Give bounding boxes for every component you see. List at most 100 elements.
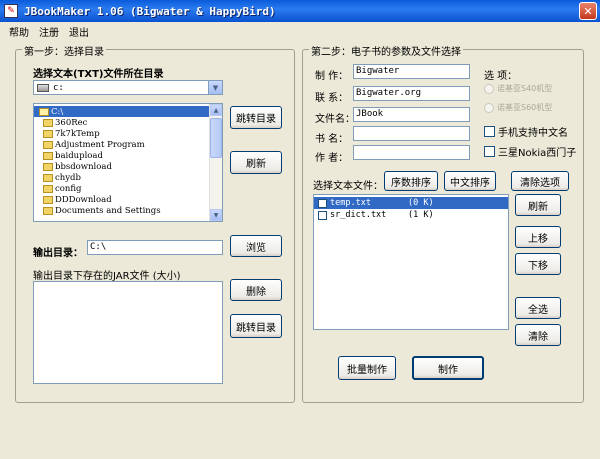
move-down-button[interactable]: 下移	[515, 253, 561, 275]
radio-s60: 诺基亚S60机型	[484, 102, 552, 113]
folder-icon	[43, 118, 53, 127]
output-dir-input[interactable]: C:\	[87, 240, 223, 255]
folder-open-icon	[39, 107, 49, 116]
directory-item-label: baidupload	[55, 150, 103, 161]
refresh-dir-button[interactable]: 刷新	[230, 151, 282, 174]
scroll-up-icon[interactable]: ▲	[210, 104, 222, 116]
directory-item[interactable]: bbsdownload	[34, 161, 222, 172]
text-file-list[interactable]: temp.txt (0 K) sr_dict.txt (1 K)	[313, 194, 509, 330]
radio-s40-label: 诺基亚S40机型	[497, 84, 553, 93]
radio-s40: 诺基亚S40机型	[484, 83, 552, 94]
close-button[interactable]: ✕	[579, 2, 597, 20]
file-item[interactable]: temp.txt (0 K)	[314, 197, 508, 209]
drive-icon	[37, 83, 49, 92]
folder-icon	[43, 195, 53, 204]
directory-item[interactable]: config	[34, 183, 222, 194]
directory-item[interactable]: Adjustment Program	[34, 139, 222, 150]
checkbox-samsung[interactable]: 三星Nokia西门子	[484, 144, 576, 159]
options-label: 选 项：	[484, 71, 518, 82]
directory-item-label: 7k7kTemp	[55, 128, 100, 139]
file-item-checkbox[interactable]	[318, 198, 327, 208]
file-item-checkbox[interactable]	[318, 210, 327, 220]
select-all-button[interactable]: 全选	[515, 297, 561, 319]
checkbox-samsung-box[interactable]	[484, 146, 495, 157]
directory-item-label: DDDownload	[55, 194, 112, 205]
folder-icon	[43, 173, 53, 182]
file-item-name: temp.txt	[330, 198, 371, 208]
field-label-maker: 制 作：	[315, 71, 349, 82]
sort-chinese-button[interactable]: 中文排序	[444, 171, 496, 191]
folder-icon	[43, 151, 53, 160]
maker-input[interactable]: Bigwater	[353, 64, 470, 79]
scroll-down-icon[interactable]: ▼	[210, 209, 222, 221]
scroll-thumb[interactable]	[210, 118, 222, 158]
directory-item[interactable]: Documents and Settings	[34, 205, 222, 216]
directory-item[interactable]: DDDownload	[34, 194, 222, 205]
goto-dir-button-2[interactable]: 跳转目录	[230, 314, 282, 338]
chevron-down-icon[interactable]: ▼	[208, 81, 222, 94]
checkbox-chinese-name-box[interactable]	[484, 126, 495, 137]
step2-title: 第二步：电子书的参数及文件选择	[309, 43, 463, 58]
contact-input[interactable]: Bigwater.org	[353, 86, 470, 101]
filename-input[interactable]: JBook	[353, 107, 470, 122]
drive-value: c:	[53, 82, 64, 93]
radio-s60-circle	[484, 102, 494, 113]
window-title: JBookMaker 1.06 (Bigwater & HappyBird)	[24, 4, 276, 18]
folder-icon	[43, 206, 53, 215]
make-button[interactable]: 制作	[412, 356, 484, 380]
directory-item-label: Documents and Settings	[55, 205, 161, 216]
folder-icon	[43, 184, 53, 193]
field-label-bookname: 书 名：	[315, 134, 349, 145]
folder-icon	[43, 129, 53, 138]
drive-select[interactable]: c: ▼	[33, 80, 223, 95]
menu-exit[interactable]: 退出	[64, 24, 94, 39]
directory-item[interactable]: 7k7kTemp	[34, 128, 222, 139]
checkbox-samsung-label: 三星Nokia西门子	[498, 148, 577, 159]
directory-rows: C:\ 360Rec 7k7kTemp Adjustment Program baidu…	[34, 104, 222, 216]
app-icon: ✎	[4, 4, 18, 18]
folder-icon	[43, 140, 53, 149]
directory-item-label: bbsdownload	[55, 161, 112, 172]
jar-file-list[interactable]	[33, 281, 223, 384]
jar-list-label: 输出目录下存在的JAR文件 (大小)	[33, 271, 181, 282]
radio-s40-circle	[484, 83, 494, 94]
directory-item-label: C:\	[51, 106, 64, 117]
directory-item-label: Adjustment Program	[55, 139, 145, 150]
directory-item-label: 360Rec	[55, 117, 88, 128]
step1-title: 第一步：选择目录	[22, 43, 106, 58]
directory-item[interactable]: baidupload	[34, 150, 222, 161]
checkbox-chinese-name[interactable]: 手机支持中文名	[484, 124, 568, 139]
directory-item[interactable]: 360Rec	[34, 117, 222, 128]
clear-files-button[interactable]: 清除	[515, 324, 561, 346]
delete-button[interactable]: 删除	[230, 279, 282, 301]
author-input[interactable]	[353, 145, 470, 160]
directory-item[interactable]: chydb	[34, 172, 222, 183]
radio-s60-label: 诺基亚S60机型	[497, 103, 553, 112]
clear-selection-button[interactable]: 清除选项	[511, 171, 569, 191]
menu-help[interactable]: 帮助	[4, 24, 34, 39]
sort-number-button[interactable]: 序数排序	[384, 171, 438, 191]
checkbox-chinese-name-label: 手机支持中文名	[498, 128, 568, 139]
directory-list[interactable]: C:\ 360Rec 7k7kTemp Adjustment Program baidu…	[33, 103, 223, 222]
file-item-size: (1 K)	[408, 210, 434, 220]
directory-item-label: config	[55, 183, 82, 194]
directory-item[interactable]: C:\	[34, 106, 222, 117]
field-label-filename: 文件名：	[315, 114, 355, 125]
move-up-button[interactable]: 上移	[515, 226, 561, 248]
directory-scrollbar[interactable]: ▲ ▼	[209, 104, 222, 221]
select-files-label: 选择文本文件：	[313, 181, 383, 192]
browse-button[interactable]: 浏览	[230, 235, 282, 257]
folder-icon	[43, 162, 53, 171]
menu-register[interactable]: 注册	[34, 24, 64, 39]
batch-make-button[interactable]: 批量制作	[338, 356, 396, 380]
goto-dir-button[interactable]: 跳转目录	[230, 106, 282, 129]
directory-item-label: chydb	[55, 172, 81, 183]
source-dir-label: 选择文本(TXT)文件所在目录	[33, 69, 164, 80]
file-item-size: (0 K)	[408, 198, 434, 208]
refresh-files-button[interactable]: 刷新	[515, 194, 561, 216]
file-item[interactable]: sr_dict.txt (1 K)	[314, 209, 508, 221]
bookname-input[interactable]	[353, 126, 470, 141]
file-rows: temp.txt (0 K) sr_dict.txt (1 K)	[314, 195, 508, 221]
field-label-contact: 联 系：	[315, 93, 349, 104]
file-item-name: sr_dict.txt	[330, 210, 387, 220]
